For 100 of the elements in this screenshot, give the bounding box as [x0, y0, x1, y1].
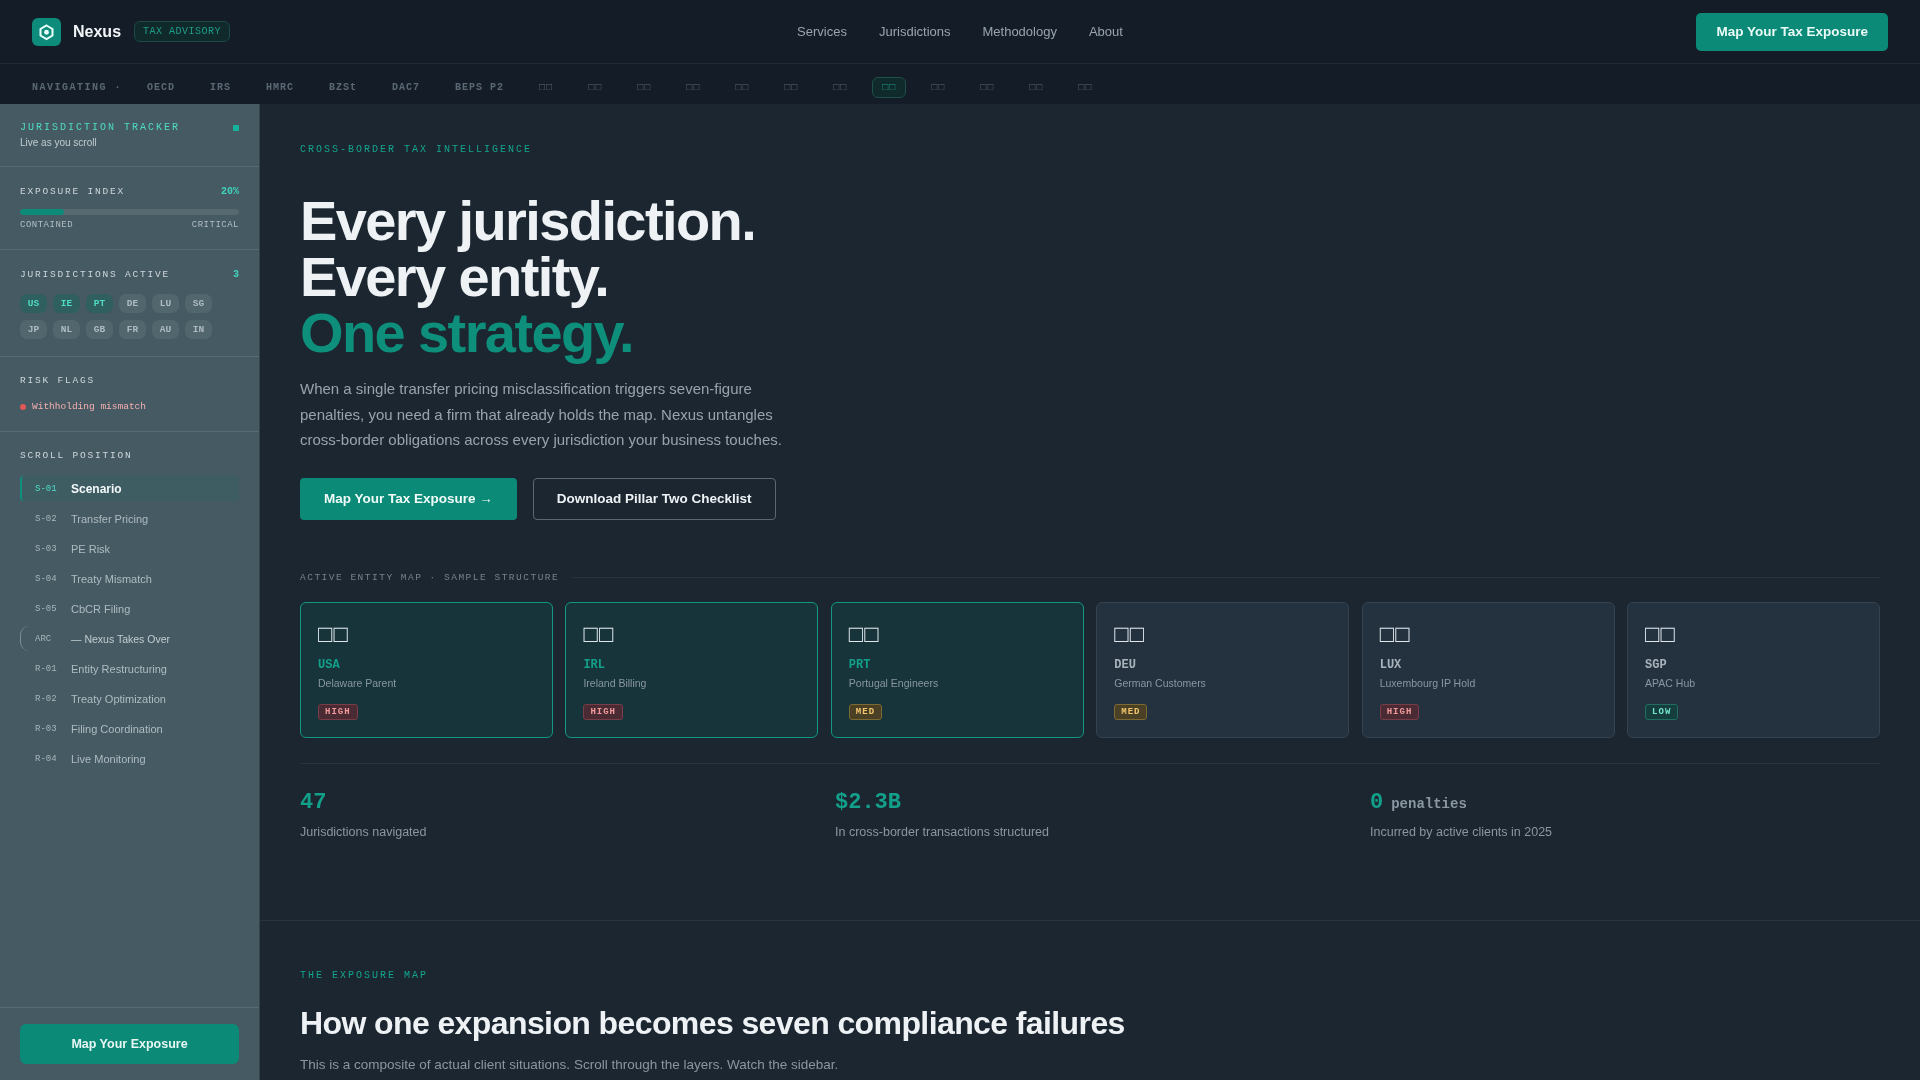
primary-button[interactable]: Map Your Tax Exposure → — [300, 477, 517, 520]
jurisdiction-chip: GB — [86, 320, 113, 339]
risk-tag: LOW — [1645, 703, 1679, 720]
ticker-item[interactable]: □□ — [970, 76, 1005, 98]
risk-tag: MED — [1114, 703, 1148, 720]
ticker-item[interactable]: □□ — [774, 76, 809, 98]
scroll-nav-item[interactable]: S-01 Scenario — [20, 476, 239, 501]
scroll-nav-item[interactable]: R-03 Filing Coordination — [20, 716, 239, 741]
ticker-item[interactable]: □□ — [1068, 76, 1103, 98]
flag-glyphs: □□ — [318, 619, 349, 648]
entity-name: Ireland Billing — [583, 676, 647, 690]
entity-code: IRL — [583, 657, 606, 672]
entity-code: PRT — [848, 657, 871, 672]
ticker-label: NAVIGATING · — [32, 81, 122, 93]
entity-code: SGP — [1645, 657, 1667, 672]
section-title: SCROLL POSITION — [20, 450, 134, 461]
hero-description: When a single transfer pricing misclassification triggers seven-figure penalties, you need a firm that already holds the map. Nexus untangles cross-border obligations across every jurisdiction your business touches. — [300, 379, 783, 451]
section-eyebrow: CROSS-BORDER TAX INTELLIGENCE — [300, 144, 533, 156]
section-title: RISK FLAGS — [20, 375, 96, 386]
nav-link[interactable]: Jurisdictions — [878, 24, 951, 39]
flag-glyphs: □□ — [1114, 619, 1146, 648]
stat-value: 47 — [300, 789, 327, 816]
risk-tag: HIGH — [583, 703, 624, 720]
jurisdiction-chip: IN — [185, 320, 212, 339]
entity-code: LUX — [1379, 657, 1402, 672]
ticker-item[interactable]: □□ — [676, 76, 711, 98]
jurisdiction-chip: PT — [86, 294, 113, 313]
scale-label: CRITICAL — [191, 220, 239, 230]
nav-link[interactable]: About — [1088, 24, 1123, 39]
ticker-item[interactable]: □□ — [627, 76, 662, 98]
ticker-item[interactable]: □□ — [578, 76, 613, 98]
tracker-subtitle: Live as you scroll — [20, 137, 98, 148]
jurisdiction-chip: SG — [185, 294, 212, 313]
jurisdiction-chip: LU — [152, 294, 179, 313]
jurisdiction-chip: FR — [119, 320, 146, 339]
stat-label: In cross-border transactions structured — [835, 823, 1049, 840]
ticker-item[interactable]: OECD — [137, 76, 186, 98]
scroll-nav-item[interactable]: S-03 PE Risk — [20, 536, 239, 561]
entity-name: German Customers — [1114, 676, 1206, 690]
jurisdiction-chip: DE — [119, 294, 146, 313]
ticker-item[interactable]: □□ — [823, 76, 858, 98]
entity-code: DEU — [1114, 657, 1136, 672]
nav-link[interactable]: Methodology — [982, 24, 1057, 39]
ticker-item[interactable]: DAC7 — [382, 76, 431, 98]
sidebar-cta-button[interactable]: Map Your Exposure — [20, 1024, 239, 1064]
risk-flag-text: Withholding mismatch — [32, 401, 147, 412]
map-caption: ACTIVE ENTITY MAP · SAMPLE STRUCTURE — [300, 571, 560, 583]
ticker-item[interactable]: □□ — [921, 76, 956, 98]
scroll-nav-item[interactable]: R-01 Entity Restructuring — [20, 656, 239, 681]
flag-glyphs: □□ — [848, 619, 880, 648]
jurisdiction-chip: AU — [152, 320, 179, 339]
stat-value: 0 — [1370, 789, 1384, 816]
cta-button[interactable]: Map Your Tax Exposure — [1696, 12, 1888, 51]
ticker-item[interactable]: BEPS P2 — [445, 76, 515, 98]
section-description: This is a composite of actual client situations. Scroll through the layers. Watch the sidebar. — [300, 1055, 839, 1074]
ticker-item[interactable]: IRS — [200, 76, 242, 98]
scroll-nav-item[interactable]: S-05 CbCR Filing — [20, 596, 239, 621]
nav-link[interactable]: Services — [797, 24, 847, 39]
hexagon-logo-icon[interactable] — [32, 17, 61, 46]
exposure-reading: 20% — [221, 186, 239, 197]
stat-label: Incurred by active clients in 2025 — [1370, 823, 1553, 840]
entity-name: Delaware Parent — [318, 676, 397, 690]
flag-glyphs: □□ — [1645, 619, 1677, 648]
scroll-nav-item[interactable]: R-02 Treaty Optimization — [20, 686, 239, 711]
risk-tag: HIGH — [318, 703, 358, 720]
section-title: JURISDICTIONS ACTIVE — [20, 269, 171, 280]
section-eyebrow: THE EXPOSURE MAP — [300, 969, 428, 982]
category-tag: TAX ADVISORY — [134, 21, 231, 42]
ticker-item[interactable]: BZSt — [319, 76, 368, 98]
stat-unit: penalties — [1391, 795, 1467, 812]
flag-glyphs: □□ — [1379, 619, 1411, 648]
ticker-item[interactable]: □□ — [872, 76, 907, 98]
risk-tag: MED — [848, 703, 883, 720]
section-title: EXPOSURE INDEX — [20, 186, 125, 197]
secondary-button[interactable]: Download Pillar Two Checklist — [532, 477, 776, 520]
tracker-title: JURISDICTION TRACKER — [20, 122, 181, 133]
entity-code: USA — [318, 657, 340, 672]
jurisdiction-chip: US — [20, 294, 47, 313]
entity-name: Portugal Engineers — [848, 676, 939, 690]
stat-label: Jurisdictions navigated — [300, 823, 427, 840]
ticker-item[interactable]: □□ — [725, 76, 760, 98]
scroll-nav-item[interactable]: ARC — Nexus Takes Over — [20, 626, 239, 651]
ticker-item[interactable]: HMRC — [256, 76, 305, 98]
ticker-item[interactable]: □□ — [1019, 76, 1054, 98]
jurisdiction-chip: JP — [20, 320, 47, 339]
alert-dot-icon — [20, 403, 26, 410]
ticker-item[interactable]: □□ — [529, 76, 564, 98]
jurisdiction-chip: NL — [53, 320, 80, 339]
scroll-nav-item[interactable]: S-02 Transfer Pricing — [20, 506, 239, 531]
risk-tag: HIGH — [1379, 703, 1420, 720]
flag-glyphs: □□ — [583, 619, 615, 648]
scale-label: CONTAINED — [20, 220, 74, 230]
section-heading: How one expansion becomes seven compliance failures — [300, 1003, 1125, 1042]
scroll-nav-item[interactable]: R-04 Live Monitoring — [20, 746, 239, 771]
scroll-nav-item[interactable]: S-04 Treaty Mismatch — [20, 566, 239, 591]
stat-value: $2.3B — [835, 789, 901, 816]
jurisdiction-chip: IE — [53, 294, 80, 313]
entity-name: APAC Hub — [1645, 676, 1696, 690]
jurisdiction-count: 3 — [233, 269, 239, 280]
entity-name: Luxembourg IP Hold — [1379, 676, 1476, 690]
